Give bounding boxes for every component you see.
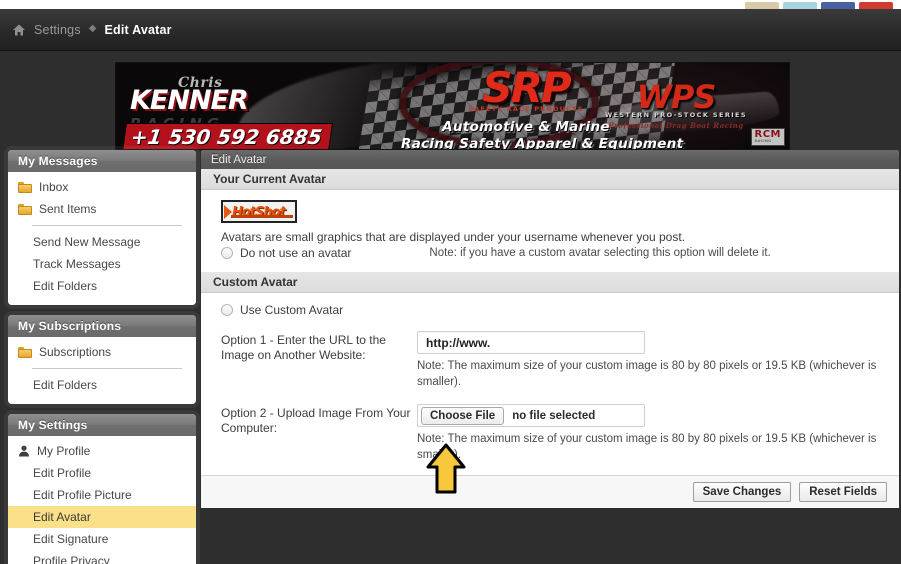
sidebar-item-my-profile[interactable]: My Profile	[8, 440, 196, 462]
form-actions: Save Changes Reset Fields	[201, 475, 899, 509]
rcm-mark-text: RCM	[754, 128, 781, 140]
sidebar-panel-body: My Profile Edit Profile Edit Profile Pictu…	[8, 436, 196, 564]
sidebar-item-label: Subscriptions	[39, 345, 112, 359]
sidebar-item-label: Inbox	[39, 180, 69, 194]
wps-sub-text: WESTERN PRO-STOCK SERIES	[605, 111, 747, 119]
srp-line2-text: Racing Safety Apparel & Equipment	[401, 136, 684, 150]
breadcrumb-current: Edit Avatar	[104, 22, 172, 37]
folder-icon	[18, 203, 32, 215]
section-body-current-avatar: HotShot Avatars are small graphics that …	[201, 190, 899, 272]
sidebar-panel-title: My Settings	[8, 414, 196, 436]
section-body-custom-avatar: Use Custom Avatar Option 1 - Enter the U…	[201, 293, 899, 475]
section-header-custom-avatar: Custom Avatar	[201, 272, 899, 293]
sponsor-banner[interactable]: Chris KENNER RACING +1 530 592 6885 SRP …	[115, 62, 790, 150]
person-icon	[18, 445, 30, 457]
no-avatar-radio[interactable]	[221, 247, 233, 259]
option1-row: Option 1 - Enter the URL to the Image on…	[221, 331, 887, 390]
sidebar-item-track-messages[interactable]: Track Messages	[8, 253, 196, 275]
sidebar-panel-title: My Messages	[8, 150, 196, 172]
option1-note: Note: The maximum size of your custom im…	[417, 360, 877, 388]
option2-row: Option 2 - Upload Image From Your Comput…	[221, 404, 887, 463]
sidebar-item-edit-folders[interactable]: Edit Folders	[8, 374, 196, 396]
option2-label: Option 2 - Upload Image From Your Comput…	[221, 406, 411, 436]
browser-chrome-sliver	[0, 0, 901, 9]
kenner-name-text: KENNER	[130, 85, 249, 116]
option2-field-group: Choose File no file selected Note: The m…	[417, 404, 887, 463]
content-header: Edit Avatar	[201, 150, 899, 169]
sidebar-item-label: Sent Items	[39, 202, 97, 216]
file-status-text: no file selected	[512, 409, 596, 422]
use-custom-avatar-label: Use Custom Avatar	[240, 303, 344, 317]
breadcrumb-separator-icon: ◆	[88, 23, 97, 34]
rcm-sub-text: RACING	[754, 139, 772, 144]
use-custom-avatar-radio[interactable]	[221, 304, 233, 316]
no-avatar-radio-row[interactable]: Do not use an avatar Note: if you have a…	[221, 246, 887, 260]
sidebar-item-edit-avatar[interactable]: Edit Avatar	[8, 506, 196, 528]
sidebar-item-edit-folders[interactable]: Edit Folders	[8, 275, 196, 297]
sidebar-panel: My Messages Inbox Sent Items Send New Messa…	[8, 150, 196, 305]
sidebar-panel-body: Subscriptions Edit Folders	[8, 337, 196, 404]
rcm-logo: RCM RACING	[750, 127, 785, 146]
no-avatar-note: Note: if you have a custom avatar select…	[429, 247, 771, 259]
sidebar-item-edit-profile[interactable]: Edit Profile	[8, 462, 196, 484]
file-upload-control[interactable]: Choose File no file selected	[417, 404, 645, 428]
sidebar-item-edit-signature[interactable]: Edit Signature	[8, 528, 196, 550]
sidebar-panel-body: Inbox Sent Items Send New Message Track Mes…	[8, 172, 196, 305]
page-root: Settings ◆ Edit Avatar Chris KENNER RACI…	[0, 0, 901, 564]
no-avatar-radio-label: Do not use an avatar	[240, 246, 352, 260]
wps-mark-text: WPS	[636, 78, 717, 116]
sidebar-item-edit-profile-picture[interactable]: Edit Profile Picture	[8, 484, 196, 506]
sidebar-item-inbox[interactable]: Inbox	[8, 176, 196, 198]
sidebar-divider	[32, 225, 182, 226]
sidebar-item-label: Edit Folders	[33, 378, 98, 392]
current-avatar-image: HotShot	[221, 200, 297, 223]
reset-fields-button[interactable]: Reset Fields	[799, 482, 887, 503]
avatar-description: Avatars are small graphics that are disp…	[221, 230, 686, 244]
folder-icon	[18, 346, 32, 358]
option1-field-group: Note: The maximum size of your custom im…	[417, 331, 887, 390]
sidebar-item-label: Edit Profile Picture	[33, 488, 132, 502]
sidebar-item-label: Send New Message	[33, 235, 141, 249]
sidebar-divider	[32, 368, 182, 369]
use-custom-avatar-radio-row[interactable]: Use Custom Avatar	[221, 303, 887, 317]
home-icon[interactable]	[12, 23, 26, 37]
save-changes-button[interactable]: Save Changes	[692, 482, 792, 503]
browser-tab-chip-3[interactable]	[821, 2, 855, 9]
sidebar-item-label: Edit Signature	[33, 532, 109, 546]
option2-note: Note: The maximum size of your custom im…	[417, 433, 877, 461]
avatar-url-input[interactable]	[417, 331, 645, 354]
wps-sub2-text: Professional Drag Boat Racing	[608, 121, 744, 130]
avatar-underbar-decor	[231, 215, 293, 218]
wps-logo: WPS WESTERN PRO-STOCK SERIES Professiona…	[581, 81, 771, 130]
sidebar-item-profile-privacy[interactable]: Profile Privacy	[8, 550, 196, 564]
sidebar-item-label: Edit Avatar	[33, 510, 91, 524]
choose-file-button[interactable]: Choose File	[421, 406, 505, 425]
browser-tab-chip-2[interactable]	[783, 2, 817, 9]
breadcrumb-settings[interactable]: Settings	[34, 23, 81, 37]
sidebar-panel-title: My Subscriptions	[8, 315, 196, 337]
sidebar-panel: My Settings My Profile Edit Profile Edit Pr…	[8, 414, 196, 564]
sidebar-panel: My Subscriptions Subscriptions Edit Folder…	[8, 315, 196, 404]
main-content: Edit Avatar Your Current Avatar HotShot …	[201, 150, 899, 509]
sidebar-item-sent-items[interactable]: Sent Items	[8, 198, 196, 220]
sidebar-item-subscriptions[interactable]: Subscriptions	[8, 341, 196, 363]
banner-phone-number: +1 530 592 6885	[121, 123, 333, 149]
sidebar-item-label: Edit Folders	[33, 279, 98, 293]
sidebar-item-label: Track Messages	[33, 257, 121, 271]
browser-tab-chip-1[interactable]	[745, 2, 779, 9]
browser-tab-chip-4[interactable]	[859, 2, 893, 9]
option1-label: Option 1 - Enter the URL to the Image on…	[221, 333, 386, 362]
sidebar-item-send-new-message[interactable]: Send New Message	[8, 231, 196, 253]
sidebar-item-label: Edit Profile	[33, 466, 92, 480]
sidebar-item-label: Profile Privacy	[33, 554, 110, 564]
sidebar: My Messages Inbox Sent Items Send New Messa…	[8, 150, 196, 564]
breadcrumb-bar: Settings ◆ Edit Avatar	[0, 9, 901, 51]
folder-icon	[18, 181, 32, 193]
sidebar-item-label: My Profile	[37, 444, 91, 458]
section-header-current-avatar: Your Current Avatar	[201, 169, 899, 190]
